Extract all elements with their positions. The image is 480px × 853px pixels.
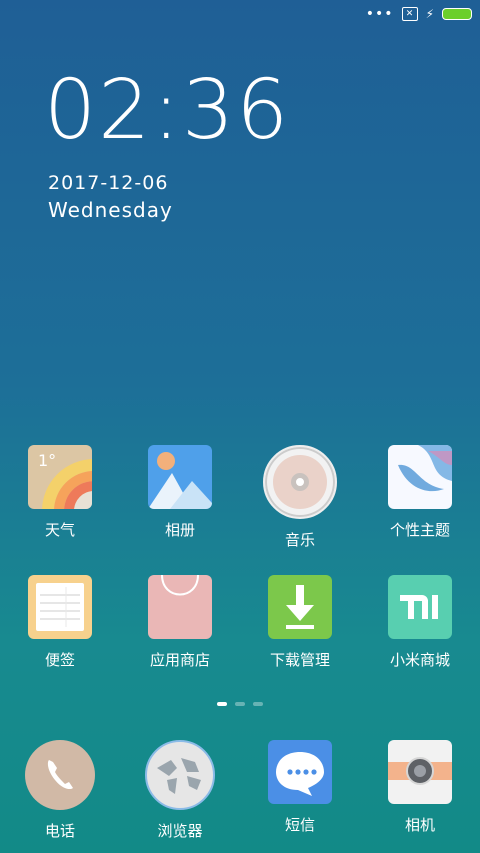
more-icon: ••• [365, 6, 394, 22]
app-label: 短信 [284, 816, 315, 834]
app-weather[interactable]: 1° 天气 [0, 445, 120, 549]
app-messages[interactable]: 短信 [240, 740, 360, 840]
mi-logo-icon [388, 575, 452, 639]
gallery-icon [148, 445, 212, 509]
clock-date: 2017-12-06 [48, 172, 169, 194]
phone-icon [25, 740, 95, 810]
app-label: 应用商店 [149, 651, 210, 669]
clock-time: 02:36 [44, 63, 291, 158]
no-sim-icon: ✕ [401, 7, 418, 21]
dock: 电话 浏览器 短信 相机 [0, 740, 480, 840]
globe-icon [145, 740, 215, 810]
clock-weekday: Wednesday [48, 198, 173, 222]
app-downloads[interactable]: 下载管理 [240, 575, 360, 669]
app-label: 小米商城 [389, 651, 450, 669]
app-grid-row-2: 便签 应用商店 下载管理 小米商城 [0, 575, 480, 669]
message-bubble-icon [268, 740, 332, 804]
page-dot-2[interactable] [235, 702, 245, 706]
download-icon [268, 575, 332, 639]
app-label: 电话 [44, 822, 75, 840]
app-browser[interactable]: 浏览器 [120, 740, 240, 840]
app-label: 相机 [404, 816, 435, 834]
app-notes[interactable]: 便签 [0, 575, 120, 669]
camera-icon [388, 740, 452, 804]
page-dot-3[interactable] [253, 702, 263, 706]
app-label: 天气 [44, 521, 75, 539]
page-dot-1[interactable] [217, 702, 227, 706]
app-grid-row-1: 1° 天气 相册 音乐 个性主题 [0, 445, 480, 549]
music-disc-icon [263, 445, 337, 519]
notes-icon [28, 575, 92, 639]
theme-icon [388, 445, 452, 509]
app-label: 浏览器 [157, 822, 203, 840]
app-label: 音乐 [284, 531, 315, 549]
charging-icon: ⚡ [425, 7, 434, 21]
app-camera[interactable]: 相机 [360, 740, 480, 840]
app-label: 便签 [44, 651, 75, 669]
app-app-store[interactable]: 应用商店 [120, 575, 240, 669]
app-gallery[interactable]: 相册 [120, 445, 240, 549]
shopping-bag-icon [148, 575, 212, 639]
app-music[interactable]: 音乐 [240, 445, 360, 549]
notes-paper [36, 583, 84, 631]
app-themes[interactable]: 个性主题 [360, 445, 480, 549]
battery-icon [442, 8, 472, 20]
status-bar: ••• ✕ ⚡ [366, 4, 472, 24]
page-indicator[interactable] [0, 702, 480, 706]
app-label: 相册 [164, 521, 195, 539]
app-phone[interactable]: 电话 [0, 740, 120, 840]
app-mi-store[interactable]: 小米商城 [360, 575, 480, 669]
app-label: 下载管理 [269, 651, 330, 669]
weather-icon: 1° [28, 445, 92, 509]
app-label: 个性主题 [389, 521, 450, 539]
